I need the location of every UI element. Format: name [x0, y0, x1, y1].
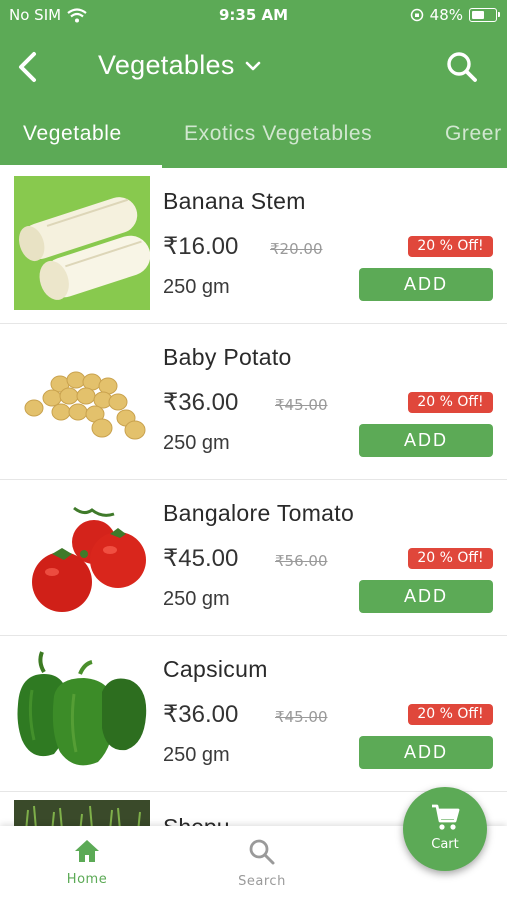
product-name: Bangalore Tomato — [163, 500, 355, 526]
search-icon — [249, 839, 275, 865]
product-name: Baby Potato — [163, 344, 292, 370]
product-image-capsicum — [14, 644, 150, 778]
tab-exotics-vegetables[interactable]: Exotics Vegetables — [184, 122, 372, 146]
add-to-cart-button[interactable]: ADD — [359, 736, 493, 769]
product-price: ₹16.00 — [163, 233, 239, 260]
search-icon — [447, 52, 477, 82]
nav-search[interactable]: Search — [222, 838, 302, 889]
title-bar: Vegetables — [0, 38, 507, 94]
product-quantity: 250 gm — [163, 276, 230, 298]
product-quantity: 250 gm — [163, 432, 230, 454]
product-mrp: ₹56.00 — [275, 552, 328, 570]
home-icon — [75, 840, 99, 862]
product-image-banana-stem — [14, 176, 150, 310]
add-to-cart-button[interactable]: ADD — [359, 424, 493, 457]
product-image-baby-potato — [14, 332, 150, 466]
product-name: Shepu — [163, 814, 230, 826]
category-tabs: Vegetable Exotics Vegetables Greer — [0, 106, 507, 168]
discount-badge: 20 % Off! — [408, 548, 493, 569]
nav-home[interactable]: Home — [47, 838, 127, 887]
product-mrp: ₹45.00 — [275, 396, 328, 414]
discount-badge: 20 % Off! — [408, 392, 493, 413]
product-mrp: ₹20.00 — [270, 240, 323, 258]
product-price: ₹36.00 — [163, 389, 239, 416]
battery-percent: 48% — [429, 6, 463, 24]
app-header: No SIM 9:35 AM 48% Vegetables Vegetable … — [0, 0, 507, 168]
product-price: ₹45.00 — [163, 545, 239, 572]
battery-icon — [469, 8, 500, 22]
chevron-left-icon — [19, 52, 36, 82]
orientation-lock-icon — [410, 8, 423, 22]
product-card: Baby Potato ₹36.00 ₹45.00 250 gm 20 % Of… — [0, 324, 507, 480]
product-mrp: ₹45.00 — [275, 708, 328, 726]
status-bar: No SIM 9:35 AM 48% — [0, 0, 507, 30]
product-card: Capsicum ₹36.00 ₹45.00 250 gm 20 % Off! … — [0, 636, 507, 792]
product-card: Bangalore Tomato ₹45.00 ₹56.00 250 gm 20… — [0, 480, 507, 636]
tab-vegetable[interactable]: Vegetable — [23, 122, 122, 146]
product-image-bangalore-tomato — [14, 488, 150, 622]
product-list: Banana Stem ₹16.00 ₹20.00 250 gm 20 % Of… — [0, 168, 507, 828]
product-name: Banana Stem — [163, 188, 306, 214]
product-card: Banana Stem ₹16.00 ₹20.00 250 gm 20 % Of… — [0, 168, 507, 324]
status-right: 48% — [410, 6, 500, 24]
tab-greens[interactable]: Greer — [445, 122, 502, 146]
cart-icon — [432, 804, 460, 830]
nav-home-label: Home — [66, 872, 108, 887]
page-title: Vegetables — [98, 50, 235, 80]
product-image-shepu — [14, 800, 150, 828]
discount-badge: 20 % Off! — [408, 704, 493, 725]
cart-label: Cart — [431, 837, 459, 852]
cart-button[interactable]: Cart — [403, 787, 487, 871]
category-dropdown[interactable]: Vegetables — [98, 50, 261, 81]
product-quantity: 250 gm — [163, 588, 230, 610]
chevron-down-icon — [245, 61, 260, 70]
add-to-cart-button[interactable]: ADD — [359, 268, 493, 301]
discount-badge: 20 % Off! — [408, 236, 493, 257]
product-price: ₹36.00 — [163, 701, 239, 728]
product-name: Capsicum — [163, 656, 268, 682]
add-to-cart-button[interactable]: ADD — [359, 580, 493, 613]
product-quantity: 250 gm — [163, 744, 230, 766]
nav-search-label: Search — [238, 874, 286, 889]
header-search-button[interactable] — [445, 50, 479, 84]
back-button[interactable] — [12, 50, 46, 84]
